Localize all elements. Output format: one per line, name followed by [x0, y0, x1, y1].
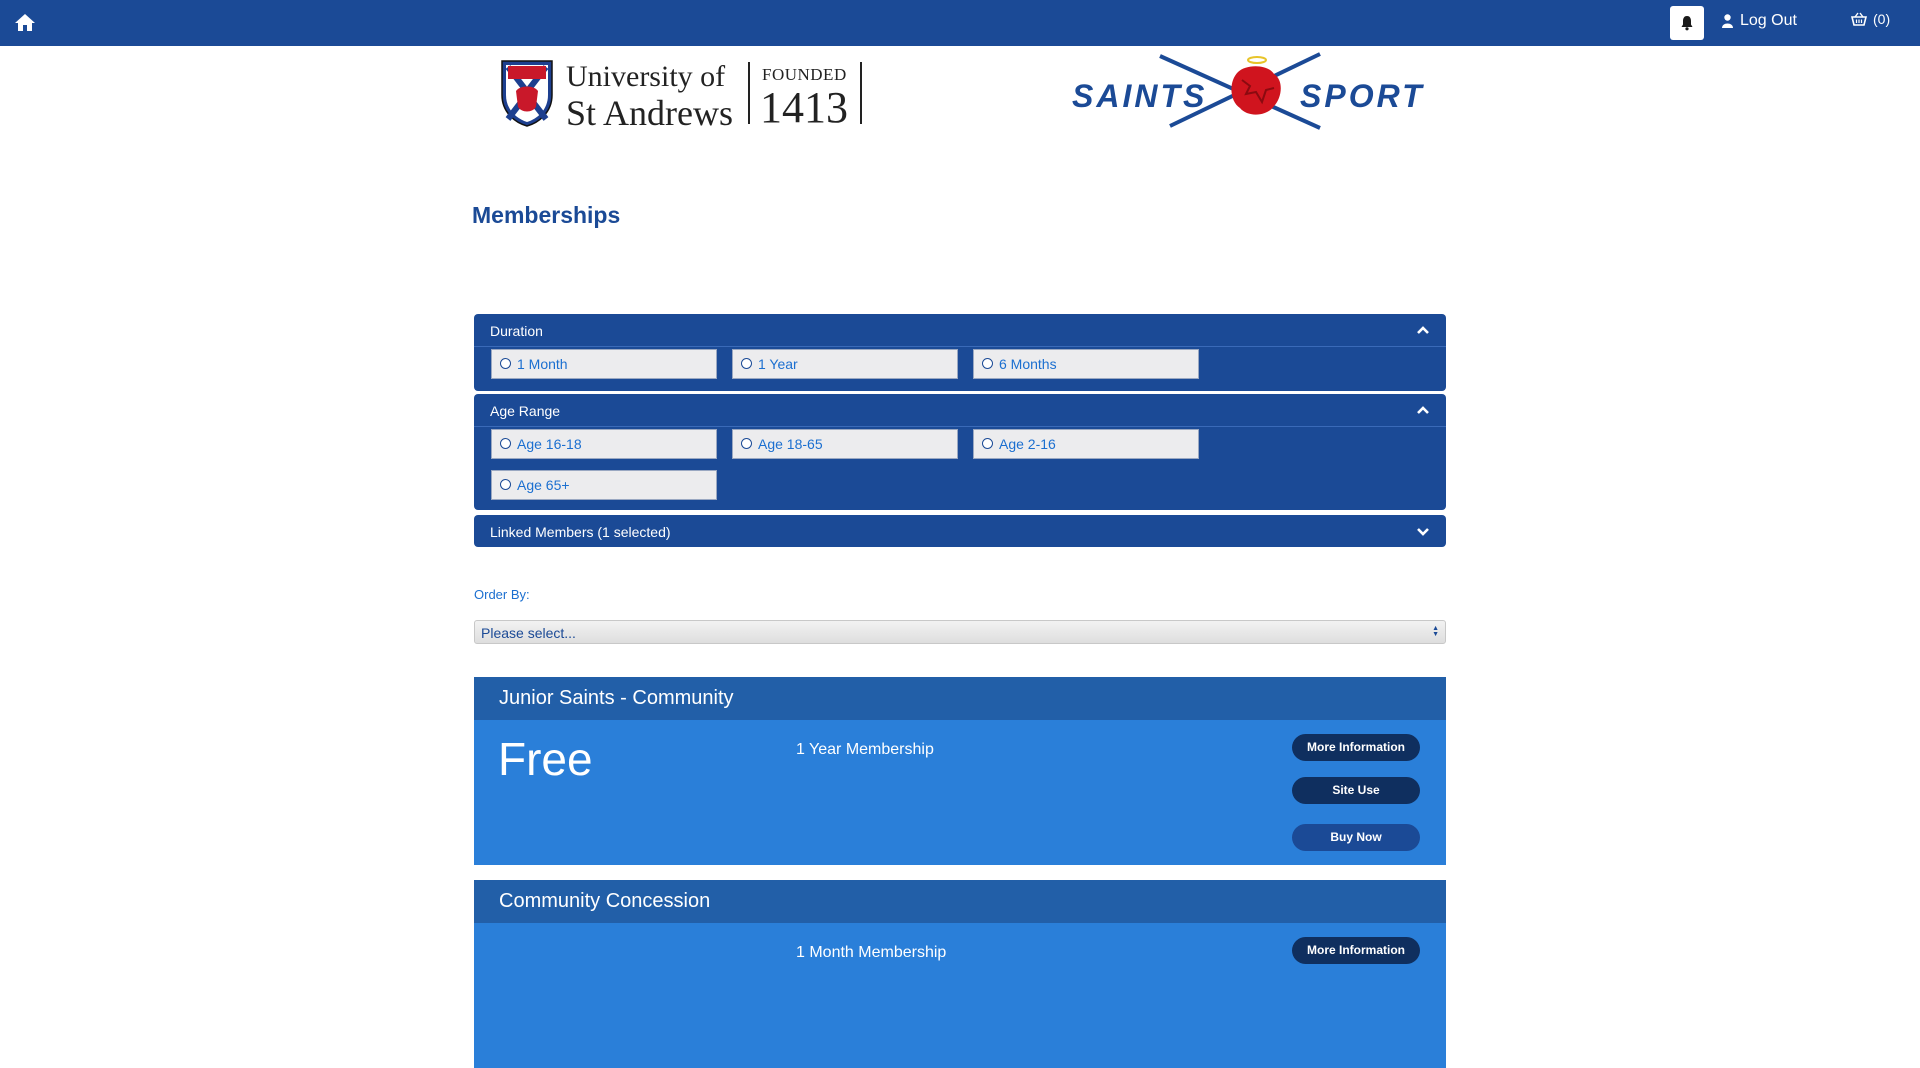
- select-arrows-icon: ▲ ▼: [1432, 625, 1439, 638]
- radio-icon: [500, 358, 511, 369]
- order-by-selected-value: Please select...: [481, 625, 576, 641]
- order-by-select[interactable]: Please select... ▲ ▼: [474, 620, 1446, 644]
- membership-description: 1 Month Membership: [796, 944, 947, 961]
- saints-word: SAINTS: [1072, 78, 1208, 114]
- radio-icon: [982, 358, 993, 369]
- membership-card: Community Concession 1 Month Membership …: [474, 880, 1446, 1068]
- basket-button[interactable]: (0): [1851, 11, 1890, 27]
- membership-details: Free 1 Year Membership More Information …: [474, 720, 1446, 865]
- user-icon: [1722, 14, 1733, 28]
- top-navigation-bar: Log Out (0): [0, 0, 1920, 46]
- duration-filter-header[interactable]: Duration: [474, 314, 1446, 346]
- duration-option-1-year[interactable]: 1 Year: [732, 349, 958, 379]
- linked-members-filter-header[interactable]: Linked Members (1 selected): [474, 515, 1446, 547]
- age-option-65-plus[interactable]: Age 65+: [491, 470, 717, 500]
- membership-price: Free: [498, 733, 593, 785]
- university-name-line1: University of: [566, 60, 726, 93]
- radio-icon: [500, 479, 511, 490]
- basket-count: (0): [1873, 11, 1891, 27]
- log-out-button[interactable]: Log Out: [1722, 12, 1797, 30]
- chevron-up-icon: [1417, 406, 1429, 414]
- saints-sport-logo[interactable]: SAINTS SPORT: [1070, 50, 1440, 132]
- home-icon[interactable]: [14, 12, 36, 32]
- option-label: 6 Months: [999, 356, 1057, 372]
- option-label: 1 Year: [758, 356, 798, 372]
- buy-now-button[interactable]: Buy Now: [1292, 824, 1420, 851]
- university-name-line2: St Andrews: [566, 93, 734, 133]
- radio-icon: [741, 358, 752, 369]
- logo-divider: [748, 62, 750, 124]
- duration-filter-label: Duration: [490, 323, 543, 339]
- more-information-button[interactable]: More Information: [1292, 937, 1420, 964]
- basket-icon: [1851, 12, 1867, 26]
- log-out-label: Log Out: [1740, 12, 1797, 29]
- option-label: Age 18-65: [758, 436, 823, 452]
- founded-year: 1413: [760, 83, 848, 132]
- option-label: Age 65+: [517, 477, 570, 493]
- logo-divider: [860, 62, 862, 124]
- option-label: Age 16-18: [517, 436, 582, 452]
- order-by-label: Order By:: [474, 587, 530, 602]
- membership-name: Community Concession: [474, 880, 1446, 923]
- duration-filter-options: 1 Month 1 Year 6 Months: [474, 346, 1446, 379]
- sport-word: SPORT: [1300, 78, 1425, 114]
- radio-icon: [500, 438, 511, 449]
- linked-members-filter-label: Linked Members (1 selected): [490, 524, 671, 540]
- page-title: Memberships: [472, 202, 621, 228]
- duration-filter-panel: Duration 1 Month 1 Year 6 Months: [474, 314, 1446, 391]
- age-range-filter-options: Age 16-18 Age 18-65 Age 2-16 Age 65+: [474, 426, 1446, 500]
- more-information-button[interactable]: More Information: [1292, 734, 1420, 761]
- duration-option-1-month[interactable]: 1 Month: [491, 349, 717, 379]
- radio-icon: [982, 438, 993, 449]
- duration-option-6-months[interactable]: 6 Months: [973, 349, 1199, 379]
- university-crest-icon: [501, 60, 553, 127]
- age-range-filter-panel: Age Range Age 16-18 Age 18-65 Age 2-16 A…: [474, 394, 1446, 510]
- age-range-filter-header[interactable]: Age Range: [474, 394, 1446, 426]
- chevron-down-icon: [1417, 528, 1429, 536]
- age-option-16-18[interactable]: Age 16-18: [491, 429, 717, 459]
- university-logo[interactable]: University of St Andrews FOUNDED 1413: [498, 56, 863, 133]
- option-label: Age 2-16: [999, 436, 1056, 452]
- membership-name: Junior Saints - Community: [474, 677, 1446, 720]
- membership-details: 1 Month Membership More Information: [474, 923, 1446, 1068]
- notifications-button[interactable]: [1670, 6, 1704, 40]
- option-label: 1 Month: [517, 356, 568, 372]
- site-use-button[interactable]: Site Use: [1292, 777, 1420, 804]
- membership-description: 1 Year Membership: [796, 741, 934, 758]
- radio-icon: [741, 438, 752, 449]
- membership-card: Junior Saints - Community Free 1 Year Me…: [474, 677, 1446, 865]
- age-range-filter-label: Age Range: [490, 403, 561, 419]
- linked-members-filter-panel: Linked Members (1 selected): [474, 515, 1446, 547]
- age-option-18-65[interactable]: Age 18-65: [732, 429, 958, 459]
- age-option-2-16[interactable]: Age 2-16: [973, 429, 1199, 459]
- bell-icon: [1681, 16, 1693, 31]
- chevron-up-icon: [1417, 326, 1429, 334]
